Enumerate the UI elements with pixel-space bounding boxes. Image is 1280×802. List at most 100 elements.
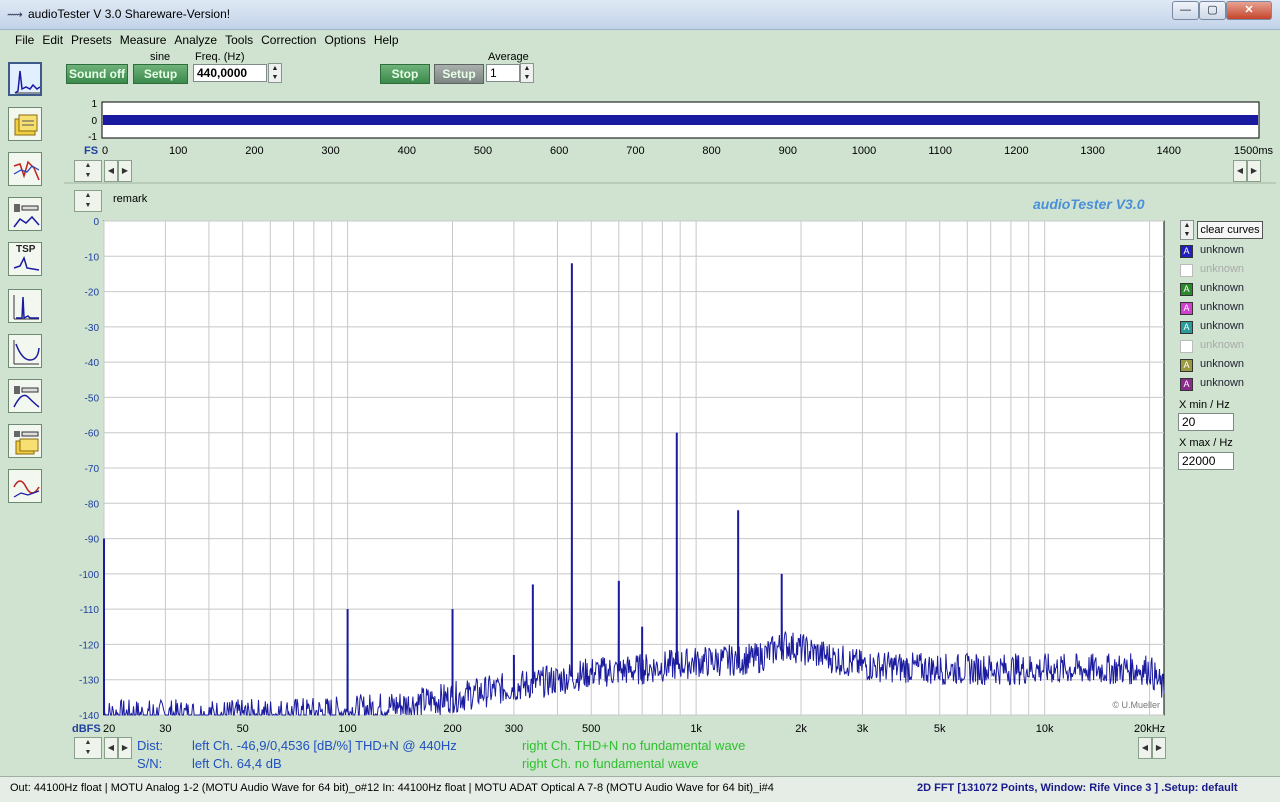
scope-x-tick: 1400 — [1157, 145, 1181, 157]
frequency-spinner[interactable]: ▲ ▼ — [268, 63, 282, 83]
menu-options[interactable]: Options — [320, 30, 369, 50]
analyzer-setup-button[interactable]: Setup — [434, 64, 484, 84]
close-button[interactable]: ✕ — [1226, 1, 1272, 20]
scope-x-tick: 600 — [550, 145, 568, 157]
scope-zoom-right[interactable]: ▶ — [1247, 160, 1261, 182]
scope-x-tick: 700 — [626, 145, 644, 157]
menu-analyze[interactable]: Analyze — [170, 30, 221, 50]
spectrum-x-tick: 500 — [582, 723, 600, 735]
curve-label-7: unknown — [1200, 358, 1245, 370]
clear-curves-button[interactable]: clear curves — [1197, 221, 1263, 239]
copyright-label: © U.Mueller — [1112, 700, 1160, 710]
title-bar: ⟿ audioTester V 3.0 Shareware-Version! —… — [0, 0, 1280, 30]
sound-off-button[interactable]: Sound off — [66, 64, 128, 84]
spectrum-y-tick: -100 — [79, 570, 99, 581]
spectrum-x-tick: 100 — [338, 723, 356, 735]
scope-x-tick: 1000 — [852, 145, 876, 157]
status-io-info: Out: 44100Hz float | MOTU Analog 1-2 (MO… — [10, 782, 774, 794]
average-input[interactable]: 1 — [486, 64, 520, 82]
spectrum-scroll-right[interactable]: ▶ — [118, 737, 132, 759]
spectrum-y-tick: -140 — [79, 711, 99, 722]
spectrum-y-tick: -30 — [85, 323, 100, 334]
spectrum-y-tick: -10 — [85, 252, 100, 263]
menu-presets[interactable]: Presets — [67, 30, 116, 50]
scope-y-tick: 0 — [91, 116, 97, 127]
curve-toggle-8[interactable]: A — [1180, 378, 1193, 391]
spectrum-chart: 0 -10 -20 -30 -40 -50 -60 -70 -80 -90 -100 -110 -120… — [72, 217, 1165, 735]
curve-toggle-6[interactable] — [1180, 340, 1193, 353]
average-spinner[interactable]: ▲ ▼ — [520, 63, 534, 83]
curve-label-3: unknown — [1200, 282, 1245, 294]
scope-x-tick: 100 — [169, 145, 187, 157]
sn-label: S/N: — [137, 756, 163, 771]
stop-button[interactable]: Stop — [380, 64, 430, 84]
tool-spectrum[interactable] — [8, 62, 42, 96]
remark-label: remark — [113, 193, 148, 205]
spectrum-scroll-left[interactable]: ◀ — [104, 737, 118, 759]
spectrum-y-spinner[interactable]: ▲ ▼ — [74, 737, 102, 759]
scope-x-tick: 400 — [398, 145, 416, 157]
curve-toggle-5[interactable]: A — [1180, 321, 1193, 334]
window-title: audioTester V 3.0 Shareware-Version! — [28, 7, 231, 21]
spectrum-x-tick: 3k — [857, 723, 869, 735]
curves-spinner[interactable]: ▲ ▼ — [1180, 220, 1194, 240]
curve-label-4: unknown — [1200, 301, 1245, 313]
scope-x-tick: 1300 — [1080, 145, 1104, 157]
spectrum-y-tick: -120 — [79, 640, 99, 651]
menu-measure[interactable]: Measure — [116, 30, 171, 50]
spectrum-y-unit: dBFS — [72, 723, 101, 735]
menu-file[interactable]: File — [11, 30, 38, 50]
menu-correction[interactable]: Correction — [257, 30, 320, 50]
spectrum-x-tick: 20 — [103, 723, 115, 735]
generator-setup-button[interactable]: Setup — [133, 64, 188, 84]
curve-toggle-7[interactable]: A — [1180, 359, 1193, 372]
freq-label: Freq. (Hz) — [195, 51, 245, 63]
scope-amplitude-spinner[interactable]: ▲ ▼ — [74, 160, 102, 182]
frequency-input[interactable]: 440,0000 — [193, 64, 267, 82]
scope-scroll-right[interactable]: ▶ — [118, 160, 132, 182]
menu-bar: File Edit Presets Measure Analyze Tools Correc… — [0, 30, 1280, 50]
spectrum-y-tick: 0 — [93, 217, 99, 228]
spectrum-scale-spinner[interactable]: ▲ ▼ — [74, 190, 102, 212]
xmin-input[interactable]: 20 — [1178, 413, 1234, 431]
spectrum-y-tick: -130 — [79, 676, 99, 687]
view-divider — [64, 182, 1276, 184]
scope-x-tick: 900 — [779, 145, 797, 157]
curve-toggle-1[interactable]: A — [1180, 245, 1193, 258]
menu-tools[interactable]: Tools — [221, 30, 257, 50]
curve-label-5: unknown — [1200, 320, 1245, 332]
scope-zoom-left[interactable]: ◀ — [1233, 160, 1247, 182]
oscilloscope-view: 1 0 -1 FS 0 100 200 300 400 500 600 700 800 900 1000 11… — [84, 99, 1274, 157]
average-label: Average — [488, 51, 529, 63]
scope-x-tick: 300 — [321, 145, 339, 157]
scope-scroll-left[interactable]: ◀ — [104, 160, 118, 182]
xmax-input[interactable]: 22000 — [1178, 452, 1234, 470]
scope-x-tick: 1200 — [1004, 145, 1028, 157]
curve-toggle-3[interactable]: A — [1180, 283, 1193, 296]
spectrum-y-tick: -50 — [85, 393, 100, 404]
xmin-label: X min / Hz — [1179, 399, 1230, 411]
spectrum-icon — [14, 70, 40, 94]
menu-help[interactable]: Help — [370, 30, 403, 50]
spectrum-zoom-left[interactable]: ◀ — [1138, 737, 1152, 759]
menu-edit[interactable]: Edit — [38, 30, 67, 50]
spectrum-x-tick: 200 — [443, 723, 461, 735]
spectrum-zoom-right[interactable]: ▶ — [1152, 737, 1166, 759]
curve-toggle-2[interactable] — [1180, 264, 1193, 277]
curve-toggle-4[interactable]: A — [1180, 302, 1193, 315]
dist-left-value: left Ch. -46,9/0,4536 [dB/%] THD+N @ 440… — [192, 738, 457, 753]
curve-label-6: unknown — [1200, 339, 1245, 351]
spectrum-y-tick: -70 — [85, 464, 100, 475]
spectrum-x-tick: 5k — [934, 723, 946, 735]
spectrum-x-tick: 30 — [159, 723, 171, 735]
curve-label-2: unknown — [1200, 263, 1245, 275]
status-bar: Out: 44100Hz float | MOTU Analog 1-2 (MO… — [0, 776, 1280, 802]
curve-label-1: unknown — [1200, 244, 1245, 256]
spectrum-x-tick: 20kHz — [1134, 723, 1165, 735]
scope-x-tick: 1500ms — [1234, 145, 1274, 157]
minimize-button[interactable]: — — [1172, 1, 1199, 20]
scope-y-tick: 1 — [91, 99, 97, 110]
app-icon: ⟿ — [7, 9, 23, 21]
sn-right-value: right Ch. no fundamental wave — [522, 756, 699, 771]
maximize-button[interactable]: ▢ — [1199, 1, 1226, 20]
